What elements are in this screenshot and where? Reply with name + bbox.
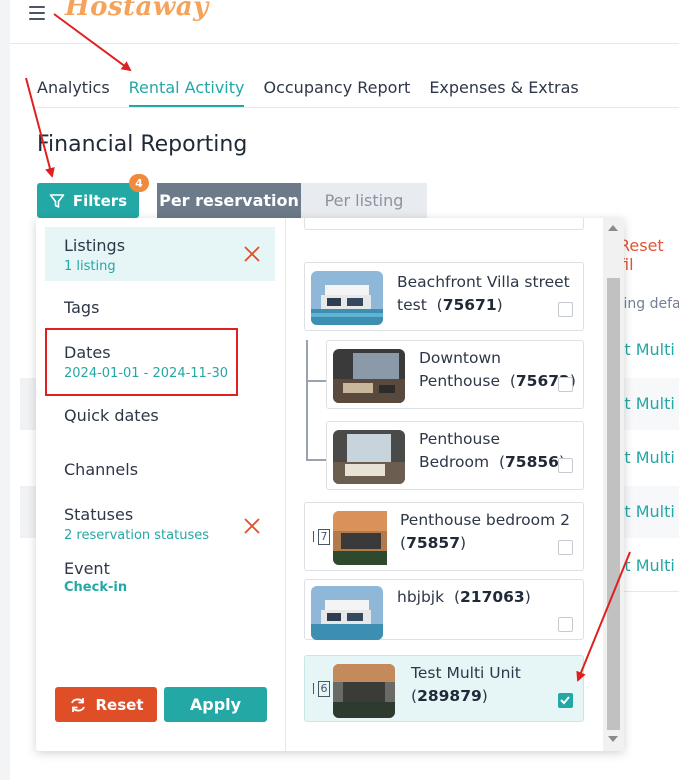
report-tabs: Analytics Rental Activity Occupancy Repo… [37, 78, 579, 107]
tab-occupancy-report[interactable]: Occupancy Report [263, 78, 410, 107]
close-x-icon[interactable] [243, 517, 261, 535]
filters-button[interactable]: Filters [37, 183, 139, 218]
multi-unit-icon: 7 [313, 528, 333, 546]
listing-card[interactable]: hbjbjk (217063) [304, 579, 584, 640]
listings-scrollbar[interactable] [603, 218, 624, 751]
tab-rental-activity[interactable]: Rental Activity [128, 78, 245, 107]
listing-checkbox[interactable] [558, 458, 573, 473]
tabs-divider [37, 107, 679, 108]
refresh-icon [70, 697, 85, 712]
filter-channels[interactable]: Channels [45, 460, 275, 479]
listing-checkbox[interactable] [558, 377, 573, 392]
listings-list: Beachfront Villa street test (75671) Dow… [286, 218, 624, 751]
list-item [304, 218, 584, 230]
listing-thumbnail [311, 271, 383, 325]
listing-card[interactable]: 7 Penthouse bedroom 2 (75857) [304, 502, 584, 571]
reset-filters-link[interactable]: Reset fil [619, 236, 679, 274]
listing-name: Downtown Penthouse [419, 349, 501, 390]
scrollbar-thumb[interactable] [607, 278, 620, 730]
filter-quick-dates[interactable]: Quick dates [45, 406, 275, 425]
filter-event[interactable]: Event Check-in [45, 559, 275, 595]
app-window: Hostaway Analytics Rental Activity Occup… [10, 0, 679, 780]
listing-column-header: ting defa [618, 296, 679, 312]
listing-thumbnail [333, 430, 405, 484]
listing-name: hbjbjk [397, 588, 445, 606]
tab-expenses-extras[interactable]: Expenses & Extras [429, 78, 578, 107]
top-bar: Hostaway [10, 0, 679, 44]
listing-checkbox[interactable] [558, 540, 573, 555]
listing-checkbox-checked[interactable] [558, 693, 573, 708]
listing-id: 217063 [460, 588, 525, 606]
listing-name: Test Multi Unit [411, 664, 521, 682]
listing-thumbnail [333, 349, 405, 403]
listing-checkbox[interactable] [558, 302, 573, 317]
tree-connector [306, 340, 308, 460]
listing-thumbnail [333, 664, 395, 718]
scroll-up-arrow-icon[interactable] [608, 225, 618, 231]
listing-name: Penthouse bedroom 2 [400, 511, 571, 529]
listing-card[interactable]: Downtown Penthouse (75672) [326, 340, 584, 409]
filters-dropdown: Listings 1 listing Tags Dates 2024-01-01… [36, 218, 624, 751]
tree-connector [306, 380, 326, 382]
listing-id: 75857 [406, 534, 460, 552]
filter-tags[interactable]: Tags [45, 298, 275, 317]
filters-button-label: Filters [72, 191, 128, 210]
listing-id: 75671 [442, 296, 497, 314]
page-title: Financial Reporting [37, 132, 248, 157]
reset-button[interactable]: Reset [55, 687, 157, 722]
per-listing-button[interactable]: Per listing [301, 183, 427, 218]
listing-id: 75856 [505, 453, 559, 471]
checkmark-icon [560, 696, 570, 705]
filter-listings[interactable]: Listings 1 listing [45, 227, 275, 281]
listing-thumbnail [333, 511, 405, 565]
apply-button[interactable]: Apply [164, 687, 267, 722]
close-x-icon[interactable] [243, 245, 261, 263]
view-mode-toggle: Per reservation Per listing [157, 183, 427, 218]
listing-card[interactable]: Penthouse Bedroom (75856) [326, 421, 584, 490]
tree-connector [306, 459, 326, 461]
filter-statuses[interactable]: Statuses 2 reservation statuses [45, 505, 275, 549]
tab-analytics[interactable]: Analytics [37, 78, 110, 107]
listing-card-selected[interactable]: 6 Test Multi Unit (289879) [304, 655, 584, 722]
dates-highlight-annotation [45, 328, 238, 396]
hamburger-menu-icon[interactable] [29, 6, 45, 20]
multi-unit-icon: 6 [313, 680, 333, 698]
listing-card[interactable]: Beachfront Villa street test (75671) [304, 262, 584, 331]
scroll-down-arrow-icon[interactable] [608, 736, 618, 742]
listing-name: Penthouse Bedroom [419, 430, 500, 471]
listing-id: 289879 [417, 687, 482, 705]
listing-checkbox[interactable] [558, 617, 573, 632]
filters-count-badge: 4 [129, 174, 149, 192]
listing-thumbnail [311, 586, 383, 640]
filter-categories: Listings 1 listing Tags Dates 2024-01-01… [36, 218, 286, 751]
hostaway-logo: Hostaway [65, 0, 209, 22]
filter-funnel-icon [49, 193, 65, 208]
per-reservation-button[interactable]: Per reservation [157, 183, 301, 218]
